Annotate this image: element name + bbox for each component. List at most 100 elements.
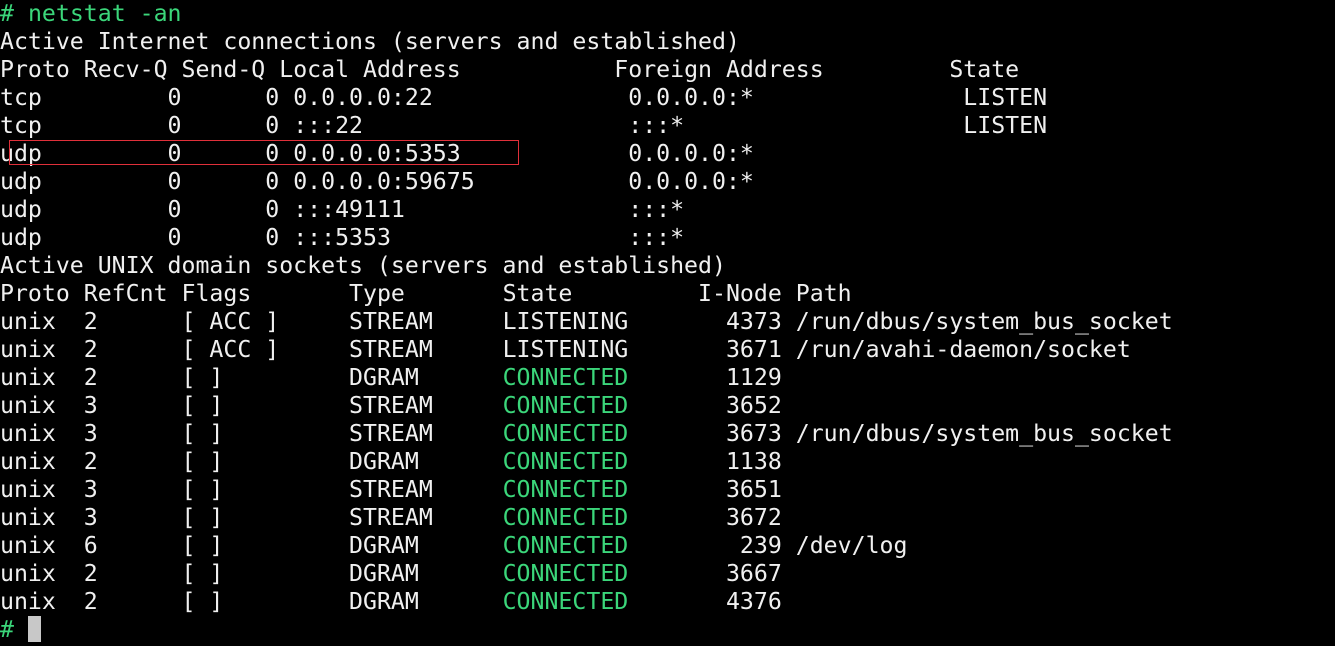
cell-flags: [ ] <box>181 560 350 587</box>
cell-state: CONNECTED <box>502 392 657 419</box>
unix-socket-row: unix 2 [ ACC ] STREAM LISTENING 3671 /ru… <box>0 336 1335 364</box>
col-header-flags: Flags <box>181 280 350 307</box>
cell-inode: 4373 <box>656 308 796 335</box>
cell-proto: tcp <box>0 112 84 139</box>
unix-table-body: unix 2 [ ACC ] STREAM LISTENING 4373 /ru… <box>0 308 1335 616</box>
cell-state: LISTEN <box>963 84 1048 111</box>
cell-recvq: 0 <box>83 84 182 111</box>
unix-socket-row: unix 3 [ ] STREAM CONNECTED 3651 <box>0 476 1335 504</box>
cell-sendq: 0 <box>181 224 294 251</box>
cell-refcnt: 2 <box>83 308 182 335</box>
cell-flags: [ ] <box>181 448 350 475</box>
col-header-type: Type <box>349 280 503 307</box>
cell-type: STREAM <box>349 392 503 419</box>
cell-state: CONNECTED <box>502 364 657 391</box>
cell-recvq: 0 <box>83 140 182 167</box>
col-header-refcnt: RefCnt <box>83 280 182 307</box>
cell-proto: unix <box>0 392 84 419</box>
cell-local-address: :::22 <box>293 112 629 139</box>
cell-type: STREAM <box>349 420 503 447</box>
cell-flags: [ ] <box>181 364 350 391</box>
col-header-state: State <box>502 280 699 307</box>
col-header-inode: I-Node <box>698 280 796 307</box>
cell-state: CONNECTED <box>502 588 657 615</box>
cell-refcnt: 2 <box>83 364 182 391</box>
unix-table-header: Proto RefCnt Flags Type State I-Node Pat… <box>0 280 1335 308</box>
cell-state: LISTENING <box>502 308 657 335</box>
col-header-recvq: Recv-Q <box>83 56 182 83</box>
cell-refcnt: 3 <box>83 392 182 419</box>
cell-foreign-address: :::* <box>628 224 964 251</box>
cell-state: LISTENING <box>502 336 657 363</box>
cell-refcnt: 2 <box>83 448 182 475</box>
prompt-symbol: # <box>0 616 14 643</box>
cell-foreign-address: 0.0.0.0:* <box>628 140 964 167</box>
cell-inode: 4376 <box>656 588 796 615</box>
cell-foreign-address: 0.0.0.0:* <box>628 84 964 111</box>
cell-type: DGRAM <box>349 532 503 559</box>
cell-refcnt: 3 <box>83 476 182 503</box>
cell-foreign-address: :::* <box>628 112 964 139</box>
cell-refcnt: 6 <box>83 532 182 559</box>
col-header-proto: Proto <box>0 56 84 83</box>
cell-proto: unix <box>0 364 84 391</box>
cell-inode: 3667 <box>656 560 796 587</box>
cell-proto: unix <box>0 336 84 363</box>
cell-type: STREAM <box>349 504 503 531</box>
cell-proto: udp <box>0 196 84 223</box>
terminal-window[interactable]: # netstat -an Active Internet connection… <box>0 0 1335 646</box>
unix-socket-row: unix 3 [ ] STREAM CONNECTED 3672 <box>0 504 1335 532</box>
unix-socket-row: unix 2 [ ] DGRAM CONNECTED 3667 <box>0 560 1335 588</box>
command-text: netstat -an <box>27 0 182 27</box>
cell-proto: unix <box>0 560 84 587</box>
inet-connection-row: tcp 0 0 0.0.0.0:22 0.0.0.0:* LISTEN <box>0 84 1335 112</box>
col-header-proto: Proto <box>0 280 84 307</box>
inet-table-header: Proto Recv-Q Send-Q Local Address Foreig… <box>0 56 1335 84</box>
unix-socket-row: unix 2 [ ACC ] STREAM LISTENING 4373 /ru… <box>0 308 1335 336</box>
inet-connection-row: tcp 0 0 :::22 :::* LISTEN <box>0 112 1335 140</box>
cell-flags: [ ] <box>181 532 350 559</box>
cell-local-address: 0.0.0.0:5353 <box>293 140 629 167</box>
unix-socket-row: unix 2 [ ] DGRAM CONNECTED 4376 <box>0 588 1335 616</box>
cell-state: LISTEN <box>963 112 1048 139</box>
inet-connection-row: udp 0 0 :::49111 :::* <box>0 196 1335 224</box>
cell-recvq: 0 <box>83 224 182 251</box>
prompt-line[interactable]: # <box>0 616 1335 644</box>
cell-sendq: 0 <box>181 140 294 167</box>
cell-proto: udp <box>0 224 84 251</box>
unix-socket-row: unix 2 [ ] DGRAM CONNECTED 1138 <box>0 448 1335 476</box>
inet-connection-row: udp 0 0 0.0.0.0:59675 0.0.0.0:* <box>0 168 1335 196</box>
inet-connection-row: udp 0 0 0.0.0.0:5353 0.0.0.0:* <box>0 140 1335 168</box>
unix-socket-row: unix 6 [ ] DGRAM CONNECTED 239 /dev/log <box>0 532 1335 560</box>
cell-flags: [ ] <box>181 504 350 531</box>
cell-local-address: 0.0.0.0:59675 <box>293 168 629 195</box>
cell-state: CONNECTED <box>502 476 657 503</box>
cell-type: STREAM <box>349 476 503 503</box>
cell-type: DGRAM <box>349 364 503 391</box>
cell-inode: 1138 <box>656 448 796 475</box>
text-cursor <box>27 616 41 642</box>
cell-type: DGRAM <box>349 448 503 475</box>
cell-inode: 3671 <box>656 336 796 363</box>
col-header-state: State <box>949 56 1020 83</box>
cell-path: /run/dbus/system_bus_socket <box>795 420 1173 447</box>
cell-flags: [ ] <box>181 420 350 447</box>
cell-recvq: 0 <box>83 168 182 195</box>
cell-sendq: 0 <box>181 168 294 195</box>
cell-inode: 239 <box>656 532 796 559</box>
prompt-symbol: # <box>0 0 14 27</box>
cell-proto: udp <box>0 140 84 167</box>
cell-local-address: 0.0.0.0:22 <box>293 84 629 111</box>
cell-type: DGRAM <box>349 560 503 587</box>
col-header-foreign-address: Foreign Address <box>614 56 950 83</box>
cell-proto: unix <box>0 420 84 447</box>
col-header-sendq: Send-Q <box>181 56 280 83</box>
cell-flags: [ ] <box>181 392 350 419</box>
cell-state: CONNECTED <box>502 448 657 475</box>
cell-flags: [ ACC ] <box>181 336 350 363</box>
cell-proto: unix <box>0 588 84 615</box>
cell-inode: 3651 <box>656 476 796 503</box>
cell-proto: unix <box>0 504 84 531</box>
cell-sendq: 0 <box>181 112 294 139</box>
cell-local-address: :::5353 <box>293 224 629 251</box>
